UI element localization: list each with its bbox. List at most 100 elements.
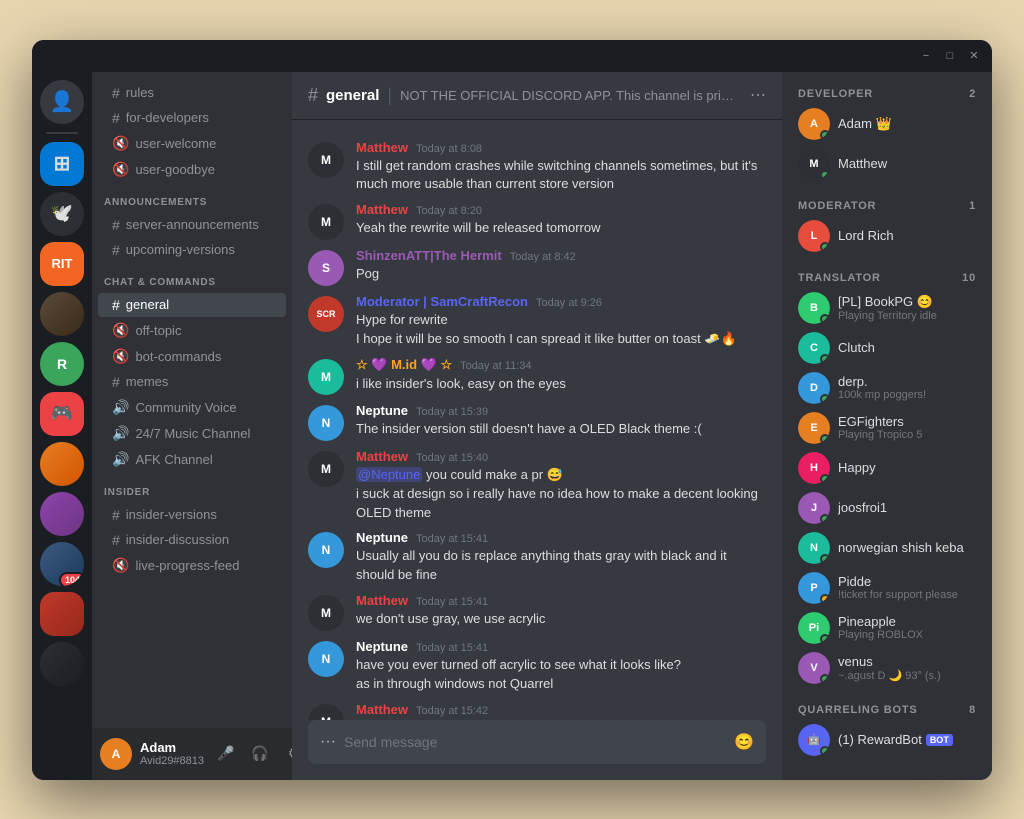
msg-text: ohno not at a windows level	[356, 719, 766, 720]
hash-icon: #	[112, 242, 120, 258]
server-icon-feather[interactable]: 🕊️	[40, 192, 84, 236]
member-item-bookpg[interactable]: B [PL] BookPG 😊 Playing Territory idle	[790, 288, 984, 328]
more-options-icon[interactable]: ⋯	[750, 85, 766, 105]
msg-text: The insider version still doesn't have a…	[356, 420, 766, 439]
member-avatar: L	[798, 220, 830, 252]
msg-author[interactable]: Matthew	[356, 202, 408, 217]
server-icon-r[interactable]: R	[40, 342, 84, 386]
channel-item-bot-commands[interactable]: 🔇 bot-commands	[98, 344, 286, 369]
channel-name: live-progress-feed	[135, 558, 239, 573]
status-dot	[820, 434, 830, 444]
msg-author[interactable]: ShinzenATT|The Hermit	[356, 248, 502, 263]
channel-item-rules[interactable]: # rules	[98, 81, 286, 105]
member-item-clutch[interactable]: C Clutch	[790, 328, 984, 368]
msg-content: Moderator | SamCraftRecon Today at 9:26 …	[356, 294, 766, 349]
member-avatar: C	[798, 332, 830, 364]
user-panel: A Adam Avid29#8813 🎤 🎧 ⚙	[92, 728, 292, 780]
channel-item-user-goodbye[interactable]: 🔇 user-goodbye	[98, 157, 286, 182]
channel-item-insider-versions[interactable]: # insider-versions	[98, 503, 286, 527]
member-item-rewardbot[interactable]: 🤖 (1) RewardBot BOT	[790, 720, 984, 760]
server-icon-windows[interactable]: ⊞	[40, 142, 84, 186]
member-item-norwegian[interactable]: N norwegian shish keba	[790, 528, 984, 568]
member-item-matthew[interactable]: M Matthew	[790, 144, 984, 184]
mute-button[interactable]: 🎤	[212, 740, 240, 768]
close-button[interactable]: ✕	[968, 50, 980, 62]
channel-name: off-topic	[135, 323, 181, 338]
msg-author[interactable]: Neptune	[356, 530, 408, 545]
channel-item-for-developers[interactable]: # for-developers	[98, 106, 286, 130]
msg-author[interactable]: ☆ 💜 M.id 💜 ☆	[356, 357, 452, 373]
member-avatar: E	[798, 412, 830, 444]
msg-author[interactable]: Neptune	[356, 639, 408, 654]
category-insider[interactable]: INSIDER	[92, 473, 292, 502]
member-info: EGFighters Playing Tropico 5	[838, 414, 976, 441]
server-icon-extra2[interactable]	[40, 642, 84, 686]
msg-header: Matthew Today at 15:42	[356, 702, 766, 717]
mute-icon: 🔇	[112, 348, 129, 365]
msg-timestamp: Today at 8:42	[510, 251, 576, 263]
channel-item-general[interactable]: # general	[98, 293, 286, 317]
emoji-icon[interactable]: 😊	[734, 732, 754, 752]
channel-item-live-progress[interactable]: 🔇 live-progress-feed	[98, 553, 286, 578]
msg-author[interactable]: Matthew	[356, 449, 408, 464]
chat-area: # general | NOT THE OFFICIAL DISCORD APP…	[292, 72, 782, 780]
server-icon-avatar2[interactable]	[40, 442, 84, 486]
server-icon-avatar1[interactable]	[40, 292, 84, 336]
member-item-pineapple[interactable]: Pi Pineapple Playing ROBLOX	[790, 608, 984, 648]
message-group: M Matthew Today at 8:20 Yeah the rewrite…	[292, 198, 782, 244]
status-dot	[820, 554, 830, 564]
member-name: Adam 👑	[838, 116, 976, 132]
server-icon-avatar3[interactable]	[40, 492, 84, 536]
channel-name: bot-commands	[135, 349, 221, 364]
msg-header: ☆ 💜 M.id 💜 ☆ Today at 11:34	[356, 357, 766, 373]
member-item-adam[interactable]: A Adam 👑	[790, 104, 984, 144]
member-item-joosfroi[interactable]: J joosfroi1	[790, 488, 984, 528]
channel-item-upcoming-versions[interactable]: # upcoming-versions	[98, 238, 286, 262]
msg-author[interactable]: Matthew	[356, 140, 408, 155]
member-item-venus[interactable]: V venus ~.agust D 🌙 93° (s.)	[790, 648, 984, 688]
category-chat[interactable]: CHAT & COMMANDS	[92, 263, 292, 292]
server-icon-rit[interactable]: RIT	[40, 242, 84, 286]
member-item-happy[interactable]: H Happy	[790, 448, 984, 488]
msg-author[interactable]: Neptune	[356, 403, 408, 418]
voice-icon: 🔊	[112, 425, 129, 442]
channel-item-server-announcements[interactable]: # server-announcements	[98, 213, 286, 237]
category-announcements[interactable]: ANNOUNCEMENTS	[92, 183, 292, 212]
minimize-button[interactable]: −	[920, 50, 932, 62]
member-item-lord-rich[interactable]: L Lord Rich	[790, 216, 984, 256]
member-item-pidde[interactable]: P Pidde !ticket for support please	[790, 568, 984, 608]
member-name: Lord Rich	[838, 228, 976, 243]
member-name: Happy	[838, 460, 976, 475]
channel-item-user-welcome[interactable]: 🔇 user-welcome	[98, 131, 286, 156]
channel-item-community-voice[interactable]: 🔊 Community Voice	[98, 395, 286, 420]
msg-content: ShinzenATT|The Hermit Today at 8:42 Pog	[356, 248, 766, 286]
channel-sidebar: # rules # for-developers 🔇 user-welcome …	[92, 72, 292, 780]
chat-input-area: ··· 😊	[292, 720, 782, 780]
maximize-button[interactable]: □	[944, 50, 956, 62]
channel-item-music[interactable]: 🔊 24/7 Music Channel	[98, 421, 286, 446]
member-avatar: A	[798, 108, 830, 140]
member-name: norwegian shish keba	[838, 540, 976, 555]
server-icon-extra1[interactable]	[40, 592, 84, 636]
member-item-egfighters[interactable]: E EGFighters Playing Tropico 5	[790, 408, 984, 448]
voice-icon: 🔊	[112, 399, 129, 416]
channel-item-off-topic[interactable]: 🔇 off-topic	[98, 318, 286, 343]
msg-content: Matthew Today at 8:08 I still get random…	[356, 140, 766, 195]
chat-input[interactable]	[344, 734, 726, 750]
member-info: Pidde !ticket for support please	[838, 574, 976, 601]
user-icon[interactable]: 👤	[40, 80, 84, 124]
msg-author[interactable]: Moderator | SamCraftRecon	[356, 294, 528, 309]
channel-item-afk[interactable]: 🔊 AFK Channel	[98, 447, 286, 472]
deafen-button[interactable]: 🎧	[246, 740, 274, 768]
msg-author[interactable]: Matthew	[356, 593, 408, 608]
msg-author[interactable]: Matthew	[356, 702, 408, 717]
user-avatar[interactable]: A	[100, 738, 132, 770]
channel-item-insider-discussion[interactable]: # insider-discussion	[98, 528, 286, 552]
member-item-derp[interactable]: D derp. 100k mp poggers!	[790, 368, 984, 408]
server-icon-badge[interactable]: 104	[40, 542, 84, 586]
member-status: Playing Territory idle	[838, 310, 976, 322]
member-name: Pineapple	[838, 614, 976, 629]
channel-item-memes[interactable]: # memes	[98, 370, 286, 394]
msg-timestamp: Today at 9:26	[536, 297, 602, 309]
server-icon-colorful[interactable]: 🎮	[40, 392, 84, 436]
